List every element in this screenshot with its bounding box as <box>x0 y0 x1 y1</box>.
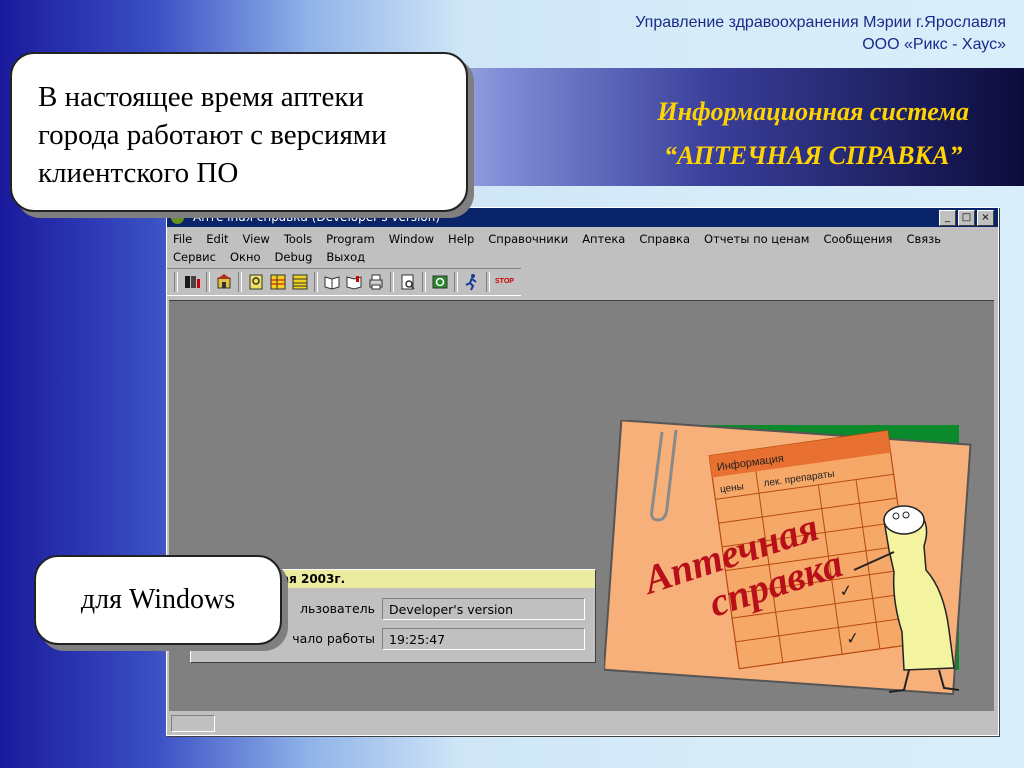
toolbar-separator <box>486 272 490 292</box>
grid-icon[interactable] <box>291 273 309 291</box>
table-icon[interactable] <box>269 273 287 291</box>
refresh-icon[interactable] <box>431 273 449 291</box>
menu-view[interactable]: View <box>243 230 270 248</box>
toolbar-separator <box>206 272 210 292</box>
product-logo: Информация цены лек. препараты ✓ ✓ Аптеч… <box>602 419 976 696</box>
maximize-button[interactable]: □ <box>958 210 975 226</box>
menu-row-1: File Edit View Tools Program Window Help… <box>173 230 994 248</box>
logo-check-2: ✓ <box>845 630 861 649</box>
menu-messages[interactable]: Сообщения <box>823 230 892 248</box>
print-icon[interactable] <box>367 273 385 291</box>
user-row: льзователь Developer's version <box>251 598 585 620</box>
toolbar-separator <box>314 272 318 292</box>
minimize-button[interactable]: _ <box>939 210 956 226</box>
slide-header: Управление здравоохранения Мэрии г.Яросл… <box>635 12 1006 56</box>
toolbar-separator <box>238 272 242 292</box>
banner-line-1: Информационная система <box>657 97 969 126</box>
menubar: File Edit View Tools Program Window Help… <box>167 227 998 266</box>
toolbar: STOP <box>167 268 521 296</box>
banner-title: Информационная система “АПТЕЧНАЯ СПРАВКА… <box>657 90 969 178</box>
menu-pharmacy[interactable]: Аптека <box>582 230 625 248</box>
callout-top-line-3: клиентского ПО <box>38 157 239 189</box>
menu-connection[interactable]: Связь <box>906 230 941 248</box>
callout-top-line-2: города работают с версиями <box>38 119 387 151</box>
callout-windows: для Windows <box>34 555 282 645</box>
run-icon[interactable] <box>463 273 481 291</box>
banner-line-2: “АПТЕЧНАЯ СПРАВКА” <box>664 141 963 170</box>
user-value: Developer's version <box>382 598 585 620</box>
menu-tools[interactable]: Tools <box>284 230 312 248</box>
search-doc-icon[interactable] <box>247 273 265 291</box>
book-icon[interactable] <box>323 273 341 291</box>
menu-price-reports[interactable]: Отчеты по ценам <box>704 230 809 248</box>
toolbar-separator <box>174 272 178 292</box>
stop-button[interactable]: STOP <box>495 273 514 291</box>
app-title: Аптечная справка (Developer's version) <box>193 210 441 224</box>
app-icon <box>171 211 184 224</box>
menu-window[interactable]: Window <box>389 230 434 248</box>
toolbar-separator <box>454 272 458 292</box>
pharmacy-building-icon[interactable] <box>215 273 233 291</box>
menu-help[interactable]: Help <box>448 230 474 248</box>
menu-program[interactable]: Program <box>326 230 375 248</box>
org-line-1: Управление здравоохранения Мэрии г.Яросл… <box>635 14 1006 31</box>
menu-service[interactable]: Сервис <box>173 248 216 266</box>
menu-debug[interactable]: Debug <box>275 248 313 266</box>
menu-file[interactable]: File <box>173 230 192 248</box>
book-mark-icon[interactable] <box>345 273 363 291</box>
menu-reference[interactable]: Справка <box>639 230 690 248</box>
preview-icon[interactable] <box>399 273 417 291</box>
pharmacists-icon[interactable] <box>183 273 201 291</box>
status-panel <box>171 715 215 732</box>
menu-row-2: Сервис Окно Debug Выход <box>173 248 994 266</box>
close-button[interactable]: × <box>977 210 994 226</box>
toolbar-separator <box>390 272 394 292</box>
menu-edit[interactable]: Edit <box>206 230 228 248</box>
menu-directories[interactable]: Справочники <box>488 230 568 248</box>
callout-top-line-1: В настоящее время аптеки <box>38 81 364 113</box>
org-line-2: ООО «Рикс - Хаус» <box>862 36 1006 53</box>
callout-current-versions: В настоящее время аптеки города работают… <box>10 52 468 212</box>
start-time-row: чало работы 19:25:47 <box>251 628 585 650</box>
toolbar-separator <box>422 272 426 292</box>
menu-exit[interactable]: Выход <box>326 248 365 266</box>
start-time-value: 19:25:47 <box>382 628 585 650</box>
menu-window-ru[interactable]: Окно <box>230 248 261 266</box>
status-bar <box>169 713 994 733</box>
window-controls: _ □ × <box>939 210 994 226</box>
